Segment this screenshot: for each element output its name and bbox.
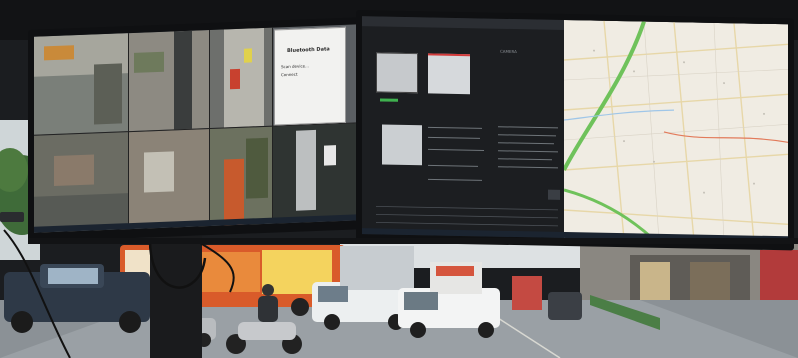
right-monitor-bezel: CAMERA bbox=[356, 10, 794, 251]
left-monitor-screen: Bluetooth Data Scan device... Connect bbox=[34, 24, 357, 233]
dialog-line-1: Scan device... bbox=[281, 63, 309, 70]
photo-scene: Bluetooth Data Scan device... Connect CA… bbox=[0, 0, 798, 358]
dialog-line-2[interactable]: Connect bbox=[281, 72, 298, 78]
mount-rail bbox=[28, 238, 798, 244]
bluetooth-dialog[interactable]: Bluetooth Data Scan device... Connect bbox=[274, 26, 346, 126]
dialog-title: Bluetooth Data bbox=[287, 46, 330, 55]
log-lines bbox=[376, 126, 560, 227]
left-monitor-bezel: Bluetooth Data Scan device... Connect bbox=[28, 17, 364, 243]
monitoring-app-window: CAMERA bbox=[362, 16, 564, 238]
map-view[interactable] bbox=[564, 19, 788, 243]
right-monitor-screen: CAMERA bbox=[362, 16, 788, 243]
